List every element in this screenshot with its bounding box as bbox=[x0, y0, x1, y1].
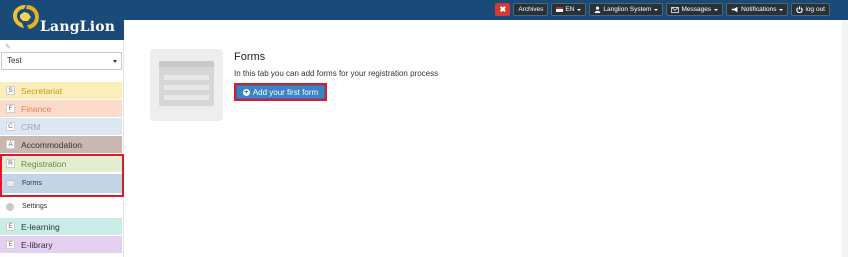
sidebar-item-label: Accommodation bbox=[21, 139, 82, 150]
notifications-menu[interactable]: Notifications bbox=[726, 3, 789, 16]
logout-button[interactable]: log out bbox=[791, 3, 830, 16]
messages-menu[interactable]: Messages bbox=[666, 3, 724, 16]
language-selector[interactable]: EN bbox=[551, 3, 587, 16]
forms-placeholder-image bbox=[150, 49, 223, 121]
sidebar-item-crm[interactable]: C CRM bbox=[0, 118, 122, 135]
user-icon bbox=[595, 6, 601, 13]
elibrary-badge: E bbox=[6, 240, 15, 249]
envelope-icon bbox=[671, 6, 680, 13]
sidebar: ✎ Test S Secretariat F Finance C CRM A A… bbox=[0, 40, 124, 257]
accommodation-badge: A bbox=[6, 140, 15, 149]
close-icon: ✖ bbox=[499, 5, 507, 14]
brand-name: LangLion bbox=[40, 19, 116, 35]
chevron-down-icon bbox=[654, 8, 659, 11]
system-label: Langlion System bbox=[603, 6, 652, 13]
top-bar: ✖ Archives EN Langlion System Messages N… bbox=[0, 0, 848, 20]
close-button[interactable]: ✖ bbox=[495, 3, 511, 16]
add-first-form-inner: + Add your first form bbox=[237, 86, 324, 98]
messages-label: Messages bbox=[681, 6, 712, 13]
top-actions: ✖ Archives EN Langlion System Messages N… bbox=[495, 3, 830, 16]
sidebar-item-label: E-library bbox=[21, 239, 53, 250]
elearning-badge: E bbox=[6, 222, 15, 231]
logout-label: log out bbox=[805, 6, 825, 13]
lion-logo-icon bbox=[13, 5, 39, 29]
notifications-label: Notifications bbox=[741, 6, 777, 13]
pin-icon[interactable]: ✎ bbox=[5, 43, 11, 51]
page-title: Forms bbox=[234, 51, 266, 63]
crm-badge: C bbox=[6, 122, 15, 131]
flag-icon bbox=[556, 7, 564, 12]
secretariat-badge: S bbox=[6, 86, 15, 95]
plus-circle-icon: + bbox=[242, 88, 250, 96]
add-first-form-button[interactable]: + Add your first form bbox=[234, 83, 327, 101]
form-illustration-icon bbox=[159, 61, 214, 106]
language-label: EN bbox=[565, 6, 575, 13]
archives-button[interactable]: Archives bbox=[513, 3, 549, 16]
system-menu[interactable]: Langlion System bbox=[589, 3, 664, 16]
sidebar-item-label: Finance bbox=[21, 103, 52, 114]
sidebar-subitem-settings[interactable]: Settings bbox=[1, 197, 122, 216]
add-first-form-label: Add your first form bbox=[252, 87, 319, 97]
sidebar-item-accommodation[interactable]: A Accommodation bbox=[0, 136, 122, 153]
chevron-down-icon bbox=[577, 8, 582, 11]
school-selector-value: Test bbox=[7, 56, 22, 65]
chevron-down-icon bbox=[113, 60, 117, 63]
power-icon bbox=[796, 6, 804, 13]
sidebar-subitem-label: Settings bbox=[22, 203, 48, 210]
chevron-down-icon bbox=[714, 8, 719, 11]
registration-highlight bbox=[0, 154, 124, 197]
page-description: In this tab you can add forms for your r… bbox=[234, 69, 439, 78]
archives-label: Archives bbox=[518, 6, 544, 13]
finance-badge: F bbox=[6, 104, 15, 113]
sidebar-item-label: Secretariat bbox=[21, 85, 63, 96]
chevron-down-icon bbox=[779, 8, 784, 11]
sidebar-item-secretariat[interactable]: S Secretariat bbox=[0, 82, 122, 99]
scrollbar[interactable] bbox=[842, 20, 848, 257]
sidebar-item-label: CRM bbox=[21, 121, 41, 132]
sidebar-item-label: E-learning bbox=[21, 221, 60, 232]
sidebar-item-elearning[interactable]: E E-learning bbox=[0, 218, 122, 235]
sidebar-item-finance[interactable]: F Finance bbox=[0, 100, 122, 117]
gear-icon bbox=[6, 202, 14, 211]
logo[interactable]: LangLion bbox=[0, 0, 124, 40]
school-selector[interactable]: Test bbox=[1, 52, 122, 70]
sidebar-item-elibrary[interactable]: E E-library bbox=[0, 236, 122, 253]
megaphone-icon bbox=[731, 6, 738, 13]
